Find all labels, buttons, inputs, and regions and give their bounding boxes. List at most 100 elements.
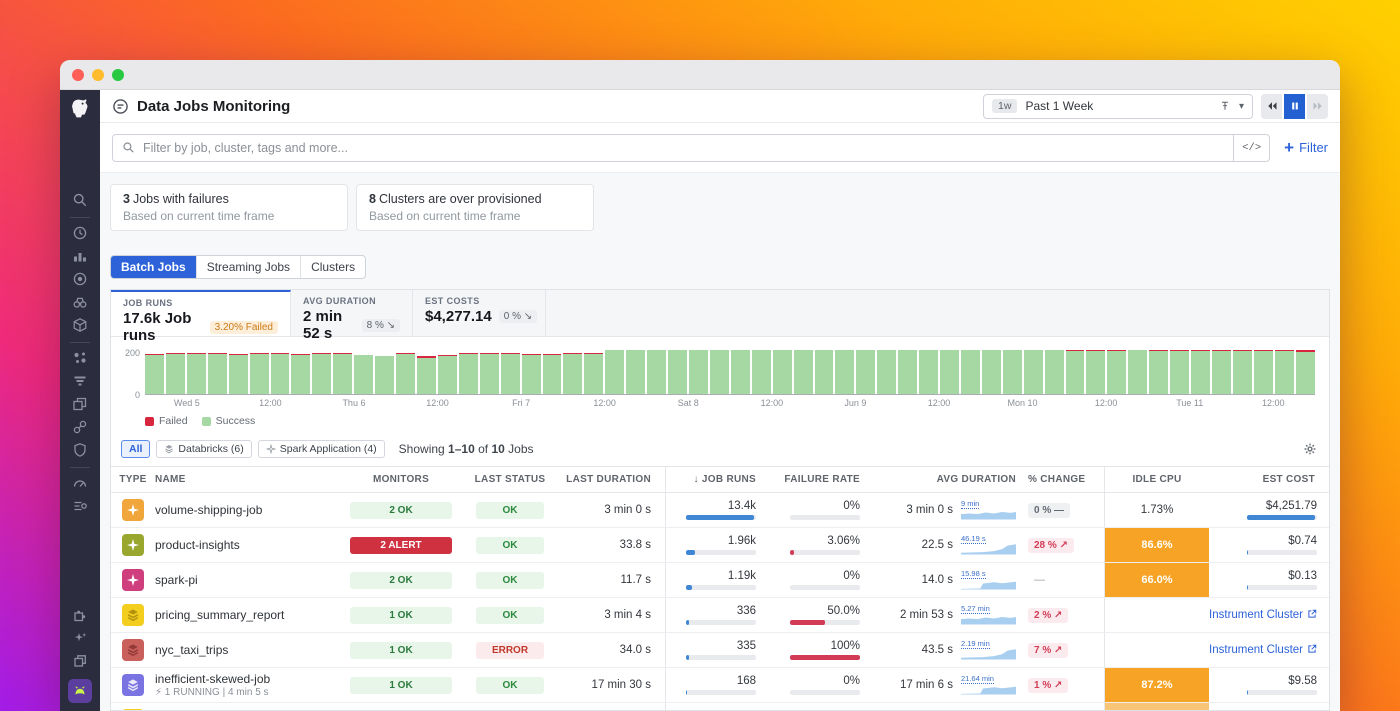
rewind-button[interactable]: [1261, 94, 1282, 119]
metric-card-avg-duration[interactable]: AVG DURATION 2 min 52 s8 % ↘: [291, 290, 413, 336]
col-last-status[interactable]: LAST STATUS: [460, 474, 560, 485]
avg-duration-sparkline[interactable]: 15.98 s: [961, 575, 1016, 590]
avg-duration-sparkline[interactable]: 5.27 min: [961, 610, 1016, 625]
job-name[interactable]: product-insights: [155, 538, 342, 552]
chart-bar[interactable]: [375, 356, 394, 394]
filter-pill-spark[interactable]: Spark Application (4): [258, 440, 385, 458]
job-name[interactable]: inefficient-skewed-job: [155, 672, 342, 686]
chart-bar[interactable]: [647, 350, 666, 394]
chart-bar[interactable]: [1086, 350, 1105, 394]
chart-bar[interactable]: [961, 350, 980, 394]
insight-card-overprovisioned[interactable]: 8Clusters are over provisioned Based on …: [356, 184, 594, 231]
chart-bar[interactable]: [1066, 350, 1085, 394]
history-icon[interactable]: [72, 225, 88, 241]
chart-bar[interactable]: [668, 350, 687, 394]
pause-button[interactable]: [1284, 94, 1305, 119]
filter-pill-databricks[interactable]: Databricks (6): [156, 440, 251, 458]
table-row[interactable]: pricing_summary_report1 OKOK3 min 4 s336…: [111, 598, 1329, 633]
chart-bar[interactable]: [1024, 350, 1043, 394]
chart-bar[interactable]: [501, 353, 520, 394]
chart-bar[interactable]: [1128, 350, 1147, 394]
job-name[interactable]: volume-shipping-job: [155, 503, 342, 517]
chart-bar[interactable]: [773, 350, 792, 394]
chart-bar[interactable]: [1212, 350, 1231, 394]
insight-card-failures[interactable]: 3Jobs with failures Based on current tim…: [110, 184, 348, 231]
dashboards-windows-icon[interactable]: [72, 396, 88, 412]
table-row[interactable]: nyc_taxi_trips1 OKERROR34.0 s335100%43.5…: [111, 633, 1329, 668]
chart-bar[interactable]: [1191, 350, 1210, 394]
chart-bar[interactable]: [396, 353, 415, 394]
chart-bar[interactable]: [1170, 350, 1189, 394]
chart-bar[interactable]: [145, 354, 164, 394]
monitors-badge[interactable]: 1 OK: [350, 677, 452, 694]
metrics-chart-icon[interactable]: [72, 248, 88, 264]
table-row[interactable]: inefficient-skewed-job⚡ 1 RUNNING | 4 mi…: [111, 668, 1329, 703]
marketplace-puzzle-icon[interactable]: [72, 607, 88, 623]
table-row[interactable]: volume-shipping-job2 OKOK3 min 0 s13.4k0…: [111, 493, 1329, 528]
legend-failed[interactable]: Failed: [145, 415, 188, 427]
add-filter-button[interactable]: +Filter: [1284, 139, 1328, 156]
chart-bar[interactable]: [689, 350, 708, 394]
processes-dots-icon[interactable]: [72, 350, 88, 366]
instrument-cluster-link[interactable]: Instrument Cluster: [1209, 644, 1317, 657]
tab-streaming-jobs[interactable]: Streaming Jobs: [197, 256, 301, 278]
maximize-window-button[interactable]: [112, 69, 124, 81]
col-idle-cpu[interactable]: IDLE CPU: [1105, 474, 1209, 485]
chart-bar[interactable]: [856, 350, 875, 394]
chart-bar[interactable]: [877, 350, 896, 394]
chart-bar[interactable]: [1254, 350, 1273, 394]
col-pct-change[interactable]: % CHANGE: [1024, 474, 1104, 485]
job-name[interactable]: spark-pi: [155, 573, 342, 587]
monitors-badge[interactable]: 2 ALERT: [350, 537, 452, 554]
monitors-badge[interactable]: 1 OK: [350, 642, 452, 659]
chart-bar[interactable]: [1233, 350, 1252, 394]
col-name[interactable]: NAME: [155, 474, 342, 485]
monitors-badge[interactable]: 2 OK: [350, 502, 452, 519]
chart-bar[interactable]: [312, 353, 331, 394]
chart-bar[interactable]: [1107, 350, 1126, 394]
chevron-down-icon[interactable]: ▾: [1239, 101, 1244, 112]
filter-pill-all[interactable]: All: [121, 440, 150, 458]
tab-clusters[interactable]: Clusters: [301, 256, 365, 278]
chart-bar[interactable]: [543, 354, 562, 394]
minimize-window-button[interactable]: [92, 69, 104, 81]
time-range-picker[interactable]: 1w Past 1 Week ▾: [983, 94, 1253, 119]
bits-ai-active-item[interactable]: [68, 679, 92, 703]
watchdog-binoculars-icon[interactable]: [72, 294, 88, 310]
chart-bar[interactable]: [940, 350, 959, 394]
chart-bar[interactable]: [605, 350, 624, 394]
avg-duration-sparkline[interactable]: 21.64 min: [961, 680, 1016, 695]
table-settings-gear-icon[interactable]: [1303, 442, 1317, 456]
table-row[interactable]: product-insights2 ALERTOK33.8 s1.96k3.06…: [111, 528, 1329, 563]
chart-bar[interactable]: [522, 354, 541, 394]
infrastructure-cube-icon[interactable]: [72, 317, 88, 333]
monitors-badge[interactable]: 2 OK: [350, 572, 452, 589]
job-name[interactable]: nyc_taxi_trips: [155, 643, 342, 657]
chart-bar[interactable]: [835, 350, 854, 394]
slo-gauge-icon[interactable]: [72, 475, 88, 491]
legend-success[interactable]: Success: [202, 415, 256, 427]
chart-bar[interactable]: [271, 353, 290, 394]
metric-card-est-costs[interactable]: EST COSTS $4,277.140 % ↘: [413, 290, 546, 336]
chart-bar[interactable]: [563, 353, 582, 394]
datadog-logo-icon[interactable]: [67, 96, 93, 122]
col-job-runs-sorted[interactable]: ↓ JOB RUNS: [666, 474, 770, 485]
avg-duration-sparkline[interactable]: 46.19 s: [961, 540, 1016, 555]
col-type[interactable]: TYPE: [111, 474, 155, 485]
chart-bar[interactable]: [1045, 350, 1064, 394]
forward-button[interactable]: [1307, 94, 1328, 119]
chart-bar[interactable]: [815, 350, 834, 394]
avg-duration-sparkline[interactable]: 9 min: [961, 505, 1016, 520]
close-window-button[interactable]: [72, 69, 84, 81]
chart-bar[interactable]: [898, 350, 917, 394]
chart-bar[interactable]: [354, 355, 373, 394]
tab-batch-jobs[interactable]: Batch Jobs: [111, 256, 197, 278]
logs-filter-icon[interactable]: [72, 373, 88, 389]
apm-target-icon[interactable]: [72, 271, 88, 287]
security-shield-icon[interactable]: [72, 442, 88, 458]
chart-bar[interactable]: [1003, 350, 1022, 394]
col-failure-rate[interactable]: FAILURE RATE: [770, 474, 874, 485]
service-catalog-icon[interactable]: [72, 498, 88, 514]
table-row[interactable]: spark-pi2 OKOK11.7 s1.19k0%14.0 s15.98 s…: [111, 563, 1329, 598]
chart-bar[interactable]: [187, 353, 206, 394]
